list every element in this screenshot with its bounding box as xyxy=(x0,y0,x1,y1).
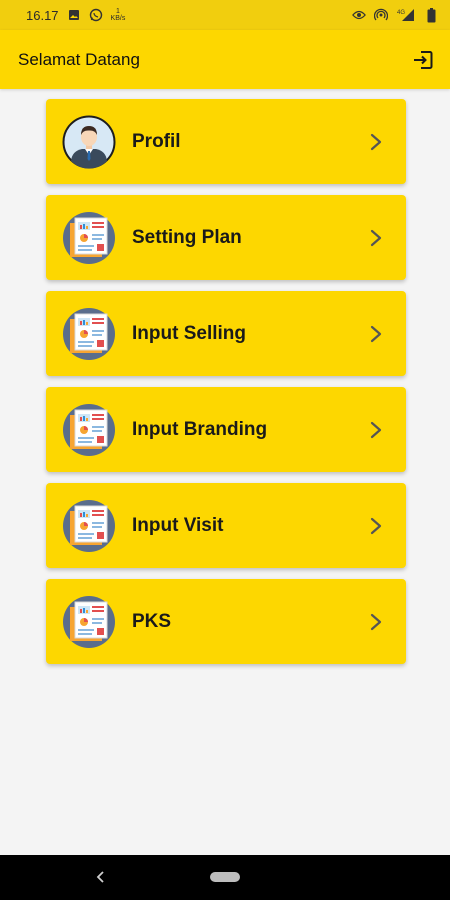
chevron-right-icon xyxy=(366,612,386,632)
menu-item-label: PKS xyxy=(132,610,172,632)
menu-item-pks[interactable]: PKS xyxy=(46,579,406,664)
network-speed-value: 1 xyxy=(115,8,120,15)
menu-item-setting-plan[interactable]: Setting Plan xyxy=(46,195,406,280)
status-bar: 16.17 1 KB/s 4G xyxy=(0,0,450,30)
chevron-right-icon xyxy=(366,516,386,536)
menu-item-label: Setting Plan xyxy=(132,226,242,248)
chevron-right-icon xyxy=(366,228,386,248)
menu-item-label: Profil xyxy=(132,130,181,152)
network-speed: 1 KB/s xyxy=(111,8,126,22)
logout-button[interactable] xyxy=(410,47,436,73)
signal-icon: 4G xyxy=(396,8,416,22)
menu-item-input-visit[interactable]: Input Visit xyxy=(46,483,406,568)
report-icon xyxy=(62,211,116,265)
whatsapp-icon xyxy=(89,8,103,22)
back-icon[interactable] xyxy=(90,867,110,887)
chevron-right-icon xyxy=(366,324,386,344)
hotspot-icon xyxy=(374,8,388,22)
chevron-right-icon xyxy=(366,420,386,440)
status-time: 16.17 xyxy=(26,7,59,23)
report-icon xyxy=(62,499,116,553)
battery-icon xyxy=(424,7,438,22)
menu-item-profil[interactable]: Profil xyxy=(46,99,406,184)
app-bar: Selamat Datang xyxy=(0,30,450,89)
network-speed-unit: KB/s xyxy=(110,15,126,22)
menu-item-input-selling[interactable]: Input Selling xyxy=(46,291,406,376)
app-title: Selamat Datang xyxy=(18,49,140,69)
home-pill-icon[interactable] xyxy=(210,872,240,882)
eye-icon xyxy=(352,8,366,22)
profile-avatar-icon xyxy=(62,115,116,169)
report-icon xyxy=(62,403,116,457)
menu-item-label: Input Branding xyxy=(132,418,268,440)
menu-list: Profil Setting Plan Input Selling Input … xyxy=(46,99,406,675)
menu-item-label: Input Selling xyxy=(132,322,246,344)
image-icon xyxy=(67,8,81,22)
logout-icon xyxy=(414,50,433,69)
report-icon xyxy=(62,595,116,649)
report-icon xyxy=(62,307,116,361)
chevron-right-icon xyxy=(366,132,386,152)
system-nav-bar xyxy=(0,855,450,900)
signal-label: 4G xyxy=(397,10,405,16)
menu-item-label: Input Visit xyxy=(132,514,224,536)
menu-item-input-branding[interactable]: Input Branding xyxy=(46,387,406,472)
